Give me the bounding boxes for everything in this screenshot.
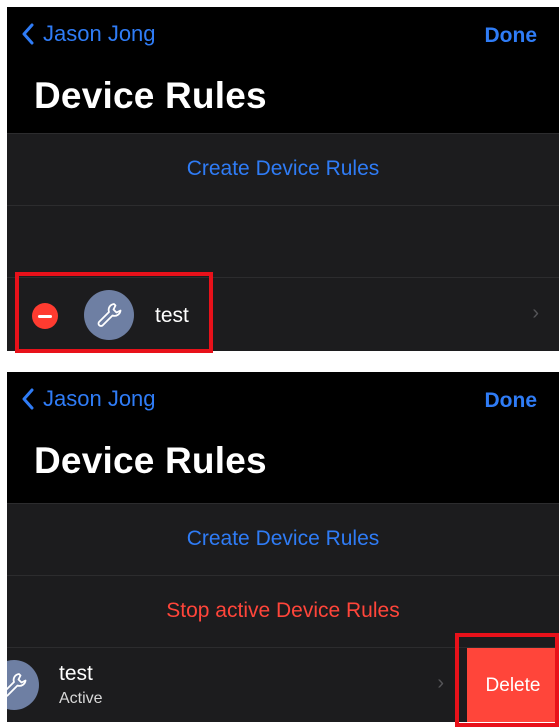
back-label: Jason Jong — [43, 21, 156, 46]
chevron-left-icon — [22, 23, 34, 45]
highlight-box — [455, 633, 559, 727]
avatar — [7, 660, 39, 710]
rule-status: Active — [59, 690, 103, 707]
navigation-bar: Jason Jong Done — [7, 372, 559, 432]
page-title: Device Rules — [34, 75, 267, 116]
empty-row — [7, 205, 559, 277]
back-button[interactable]: Jason Jong — [21, 21, 156, 47]
create-rules-row[interactable]: Create Device Rules — [7, 503, 559, 575]
create-rules-label: Create Device Rules — [186, 527, 380, 550]
create-rules-row[interactable]: Create Device Rules — [7, 133, 559, 205]
navigation-bar: Jason Jong Done — [7, 7, 559, 67]
chevron-right-icon: › — [532, 302, 539, 324]
chevron-right-icon: › — [437, 672, 444, 694]
back-button[interactable]: Jason Jong — [21, 386, 156, 412]
highlight-box — [15, 272, 213, 353]
stop-rules-label: Stop active Device Rules — [166, 599, 400, 622]
done-button[interactable]: Done — [485, 24, 538, 48]
page-title: Device Rules — [34, 440, 267, 481]
done-button[interactable]: Done — [485, 389, 538, 413]
create-rules-label: Create Device Rules — [186, 157, 380, 180]
chevron-left-icon — [22, 388, 34, 410]
rule-name: test — [59, 662, 93, 685]
back-label: Jason Jong — [43, 386, 156, 411]
wrench-icon — [7, 673, 27, 697]
